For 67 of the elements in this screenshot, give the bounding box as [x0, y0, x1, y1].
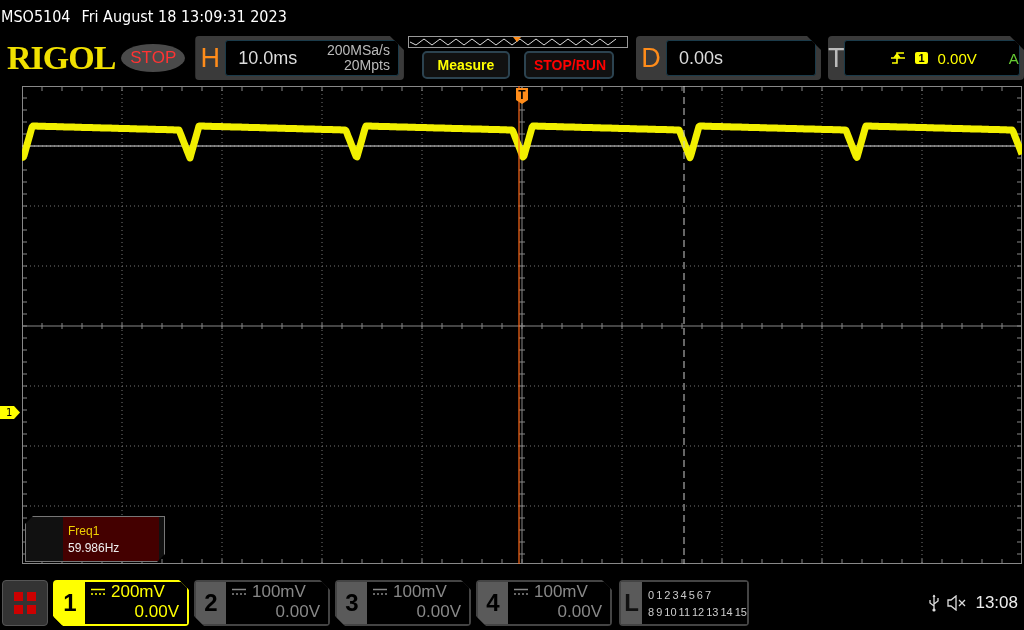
- logic-channel-number: 12: [692, 605, 705, 618]
- logic-button[interactable]: L 0 1 2 3 4 5 6 7 8 9 10 11 12 13 14 15: [619, 580, 749, 626]
- run-status-badge: STOP: [121, 44, 186, 72]
- channel-button[interactable]: 1 200mV 0.00V: [53, 580, 189, 626]
- channel-scale: 200mV: [111, 582, 165, 602]
- grid-icon: [14, 592, 36, 614]
- logic-channel-number: 0: [648, 588, 655, 601]
- trigger-label: T: [828, 42, 845, 74]
- channel-button[interactable]: 3 100mV 0.00V: [335, 580, 471, 626]
- dc-coupling-icon: [373, 588, 387, 596]
- usb-icon[interactable]: [929, 594, 940, 612]
- logic-channel-number: 14: [720, 605, 733, 618]
- logic-channel-number: 7: [704, 588, 712, 601]
- measure-button[interactable]: Measure: [421, 50, 510, 79]
- clock-time: 13:08: [975, 593, 1018, 613]
- channel-offset: 0.00V: [416, 602, 461, 622]
- channel-scale: 100mV: [252, 582, 306, 602]
- channel-offset: 0.00V: [275, 602, 320, 622]
- logic-channel-number: 3: [672, 588, 679, 601]
- rising-edge-icon: [891, 50, 906, 66]
- dc-coupling-icon: [91, 588, 105, 596]
- date-time: Fri August 18 13:09:31 2023: [81, 6, 287, 26]
- horizontal-label: H: [199, 42, 221, 74]
- measurement-value: 59.986Hz: [68, 540, 121, 555]
- channel-number: 2: [196, 582, 226, 624]
- delay-value: 0.00s: [677, 47, 724, 69]
- logic-channel-number: 2: [664, 588, 671, 601]
- channel-offset: 0.00V: [134, 602, 179, 622]
- logic-channel-number: 5: [688, 588, 695, 601]
- trigger-level: 0.00V: [937, 49, 977, 67]
- logic-channel-number: 1: [656, 588, 663, 601]
- channel-button[interactable]: 4 100mV 0.00V: [476, 580, 612, 626]
- channel-marker[interactable]: 1: [0, 406, 20, 419]
- stop-run-button[interactable]: STOP/RUN: [523, 50, 614, 79]
- logic-channel-number: 15: [734, 605, 747, 618]
- logic-channel-number: 6: [696, 588, 703, 601]
- channel-button[interactable]: 2 100mV 0.00V: [194, 580, 330, 626]
- logic-label: L: [621, 582, 643, 624]
- measurement-name: Freq1: [68, 523, 101, 538]
- cursor-line[interactable]: [683, 86, 685, 564]
- channel-scale: 100mV: [534, 582, 588, 602]
- channel-number: 4: [478, 582, 508, 624]
- logic-channel-number: 10: [664, 605, 677, 618]
- measurement-panel[interactable]: Freq1 59.986Hz: [25, 516, 165, 562]
- timebase-value: 10.0ms: [237, 47, 299, 69]
- delay-panel[interactable]: D 0.00s: [635, 36, 821, 80]
- trigger-mode: A: [1008, 49, 1019, 67]
- horizontal-panel[interactable]: H 10.0ms 200MSa/s 20Mpts: [195, 36, 404, 80]
- channel-number: 3: [337, 582, 367, 624]
- logic-channel-number: 4: [680, 588, 687, 601]
- brand-logo: RIGOL: [7, 39, 117, 77]
- dc-coupling-icon: [232, 588, 246, 596]
- logic-channel-number: 9: [656, 605, 663, 618]
- logic-channel-number: 11: [678, 605, 690, 618]
- memory-depth: 20Mpts: [344, 58, 390, 73]
- trigger-source: 1: [915, 52, 928, 64]
- channel-offset: 0.00V: [557, 602, 602, 622]
- delay-label: D: [640, 42, 662, 74]
- logic-channel-number: 8: [648, 605, 655, 618]
- model-name: MSO5104: [1, 6, 71, 26]
- speaker-muted-icon[interactable]: [947, 595, 968, 611]
- sample-rate: 200MSa/s: [326, 43, 390, 58]
- channel-scale: 100mV: [393, 582, 447, 602]
- dc-coupling-icon: [514, 588, 528, 596]
- trigger-panel[interactable]: T 1 0.00V A: [828, 36, 1024, 80]
- trigger-marker[interactable]: T: [516, 88, 528, 104]
- logic-channel-number: 13: [706, 605, 719, 618]
